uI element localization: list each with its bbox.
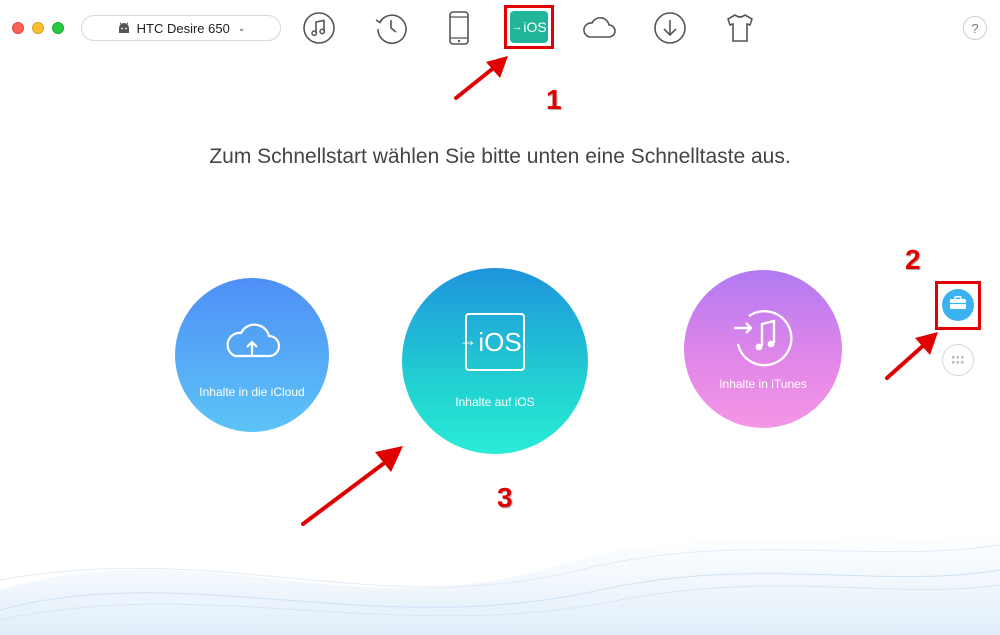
highlight-box-step1 xyxy=(504,5,554,49)
annotation-arrow-1 xyxy=(454,56,508,100)
tshirt-icon[interactable] xyxy=(721,10,759,46)
cloud-icon[interactable] xyxy=(580,10,618,46)
arrow-right-icon: → xyxy=(459,330,477,350)
annotation-arrow-3 xyxy=(301,446,403,526)
cloud-upload-icon xyxy=(221,320,283,367)
grid-icon xyxy=(952,351,964,369)
page-headline: Zum Schnellstart wählen Sie bitte unten … xyxy=(209,145,791,168)
annotation-arrow-2 xyxy=(885,332,938,380)
chevron-down-icon: ⌄ xyxy=(237,22,246,33)
step-number-3: 3 xyxy=(497,482,513,513)
music-icon[interactable] xyxy=(300,10,338,46)
step-number-1: 1 xyxy=(546,84,562,115)
icloud-button-label: Inhalte in die iCloud xyxy=(199,385,305,399)
ios-button-label: Inhalte auf iOS xyxy=(455,395,535,409)
minimize-window-button[interactable] xyxy=(32,22,44,34)
device-selector[interactable]: HTC Desire 650 ⌄ xyxy=(81,15,281,41)
icloud-quick-button[interactable]: Inhalte in die iCloud xyxy=(175,278,329,432)
history-icon[interactable] xyxy=(372,10,410,46)
download-icon[interactable] xyxy=(651,10,689,46)
device-name: HTC Desire 650 xyxy=(136,20,230,36)
ios-icon-text: iOS xyxy=(478,326,522,357)
ios-transfer-icon: → iOS xyxy=(459,313,525,371)
android-icon xyxy=(117,22,131,34)
itunes-icon xyxy=(731,304,795,373)
zoom-window-button[interactable] xyxy=(52,22,64,34)
ios-quick-button[interactable]: → iOS Inhalte auf iOS xyxy=(402,268,588,454)
close-window-button[interactable] xyxy=(12,22,24,34)
step-number-2: 2 xyxy=(905,244,921,275)
itunes-button-label: Inhalte in iTunes xyxy=(719,377,807,391)
phone-icon[interactable] xyxy=(440,10,478,46)
help-button[interactable]: ? xyxy=(963,16,987,40)
itunes-quick-button[interactable]: Inhalte in iTunes xyxy=(684,270,842,428)
